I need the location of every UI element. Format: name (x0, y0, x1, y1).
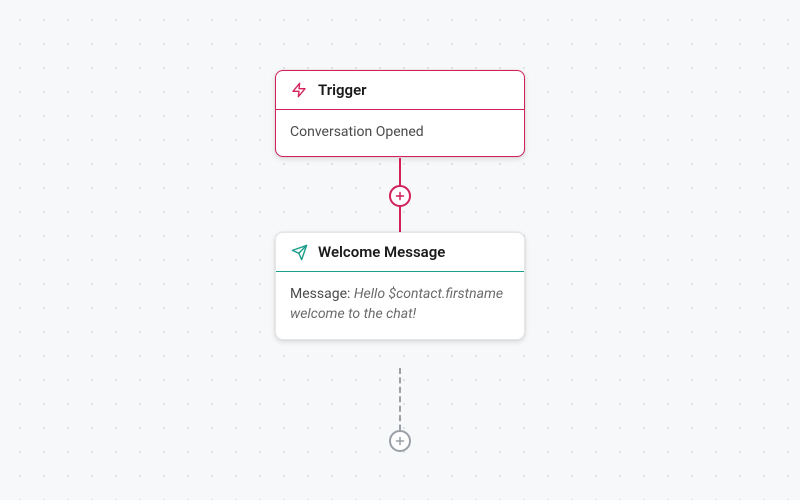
trigger-node-title: Trigger (318, 81, 367, 99)
lightning-icon (290, 81, 308, 99)
add-step-button[interactable] (389, 185, 411, 207)
trigger-node[interactable]: Trigger Conversation Opened (275, 70, 525, 157)
welcome-message-node-header: Welcome Message (276, 233, 524, 272)
trigger-node-body: Conversation Opened (276, 110, 524, 156)
welcome-message-node-title: Welcome Message (318, 243, 445, 261)
flow-canvas[interactable]: Trigger Conversation Opened Welcome Mess… (0, 0, 800, 500)
send-icon (290, 243, 308, 261)
message-label: Message: (290, 286, 350, 302)
welcome-message-node-body: Message: Hello $contact.firstname welcom… (276, 272, 524, 339)
add-step-end-button[interactable] (389, 430, 411, 452)
welcome-message-node[interactable]: Welcome Message Message: Hello $contact.… (275, 232, 525, 340)
trigger-node-header: Trigger (276, 71, 524, 110)
